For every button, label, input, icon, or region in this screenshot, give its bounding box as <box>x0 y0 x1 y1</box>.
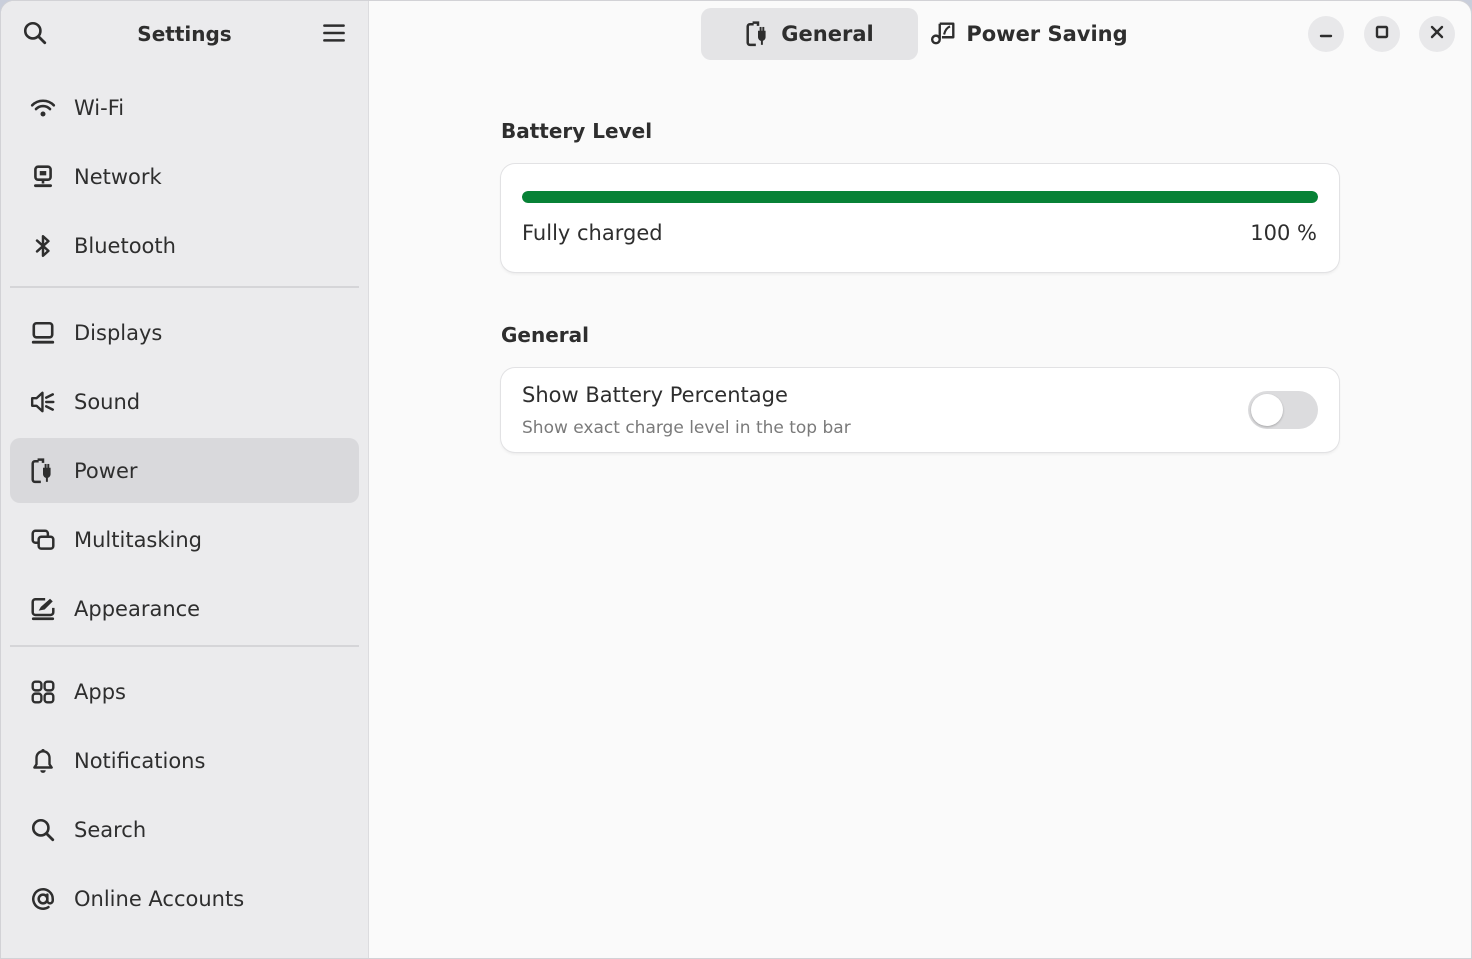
sidebar-header: Settings <box>1 1 368 69</box>
sidebar-item-displays[interactable]: Displays <box>10 300 359 365</box>
tab-label: Power Saving <box>966 22 1128 46</box>
maximize-button[interactable] <box>1364 16 1400 52</box>
general-heading: General <box>501 323 589 347</box>
main-menu-button[interactable] <box>314 15 354 55</box>
leaf-icon <box>930 21 956 47</box>
wifi-icon <box>30 95 56 121</box>
power-panel: General Power Saving Battery Level Fully… <box>369 1 1471 958</box>
sidebar-item-search[interactable]: Search <box>10 797 359 862</box>
sidebar-item-label: Multitasking <box>74 527 203 552</box>
network-icon <box>30 164 56 190</box>
sidebar-item-label: Wi-Fi <box>74 95 125 120</box>
sidebar-title: Settings <box>137 22 232 46</box>
sidebar-item-notifications[interactable]: Notifications <box>10 728 359 793</box>
bluetooth-icon <box>30 233 56 259</box>
sidebar-item-label: Displays <box>74 320 163 345</box>
multitasking-icon <box>30 527 56 553</box>
settings-window: Settings Wi-Fi Network Bluetooth Display… <box>0 0 1472 959</box>
show-battery-percentage-switch[interactable] <box>1248 391 1318 429</box>
sidebar-item-label: Network <box>74 164 162 189</box>
apps-grid-icon <box>30 679 56 705</box>
minimize-icon <box>1318 24 1334 44</box>
sidebar-item-label: Appearance <box>74 596 201 621</box>
close-button[interactable] <box>1419 16 1455 52</box>
battery-level-fill <box>522 191 1318 203</box>
sidebar-item-label: Apps <box>74 679 126 704</box>
battery-status-label: Fully charged <box>522 221 663 245</box>
sidebar-item-sound[interactable]: Sound <box>10 369 359 434</box>
close-icon <box>1429 24 1445 44</box>
sidebar-item-label: Search <box>74 817 147 842</box>
sidebar-item-multitasking[interactable]: Multitasking <box>10 507 359 572</box>
battery-level-bar <box>522 191 1318 203</box>
sidebar-item-label: Power <box>74 458 138 483</box>
maximize-icon <box>1374 24 1390 44</box>
minimize-button[interactable] <box>1308 16 1344 52</box>
battery-level-heading: Battery Level <box>501 119 653 143</box>
sidebar-item-appearance[interactable]: Appearance <box>10 576 359 641</box>
bell-icon <box>30 748 56 774</box>
power-plug-icon <box>745 21 771 47</box>
sidebar-item-label: Sound <box>74 389 141 414</box>
sidebar-item-label: Notifications <box>74 748 206 773</box>
sidebar-item-network[interactable]: Network <box>10 144 359 209</box>
header-bar: General Power Saving <box>369 1 1471 69</box>
sidebar-separator <box>10 286 359 288</box>
battery-percent-label: 100 % <box>1250 221 1317 245</box>
sidebar-item-online-accounts[interactable]: Online Accounts <box>10 866 359 931</box>
sidebar-item-label: Bluetooth <box>74 233 176 258</box>
speaker-icon <box>30 389 56 415</box>
hamburger-menu-icon <box>321 20 347 50</box>
search-icon <box>30 817 56 843</box>
sidebar-item-power[interactable]: Power <box>10 438 359 503</box>
tab-label: General <box>781 22 874 46</box>
appearance-icon <box>30 596 56 622</box>
show-battery-percentage-row[interactable]: Show Battery Percentage Show exact charg… <box>501 368 1339 452</box>
tab-power-saving[interactable]: Power Saving <box>929 8 1129 60</box>
sidebar-item-bluetooth[interactable]: Bluetooth <box>10 213 359 278</box>
power-icon <box>30 457 56 484</box>
sidebar-separator <box>10 645 359 647</box>
tab-general[interactable]: General <box>701 8 918 60</box>
at-sign-icon <box>30 886 56 912</box>
sidebar: Settings Wi-Fi Network Bluetooth Display… <box>1 1 369 958</box>
sidebar-list: Wi-Fi Network Bluetooth Displays Sound P… <box>1 75 368 931</box>
sidebar-item-label: Online Accounts <box>74 886 245 911</box>
row-title: Show Battery Percentage <box>522 383 788 407</box>
switch-knob <box>1251 394 1283 426</box>
sidebar-item-wifi[interactable]: Wi-Fi <box>10 75 359 140</box>
row-subtitle: Show exact charge level in the top bar <box>522 418 851 438</box>
sidebar-item-apps[interactable]: Apps <box>10 659 359 724</box>
battery-level-card: Fully charged 100 % <box>501 164 1339 272</box>
display-icon <box>30 320 56 346</box>
